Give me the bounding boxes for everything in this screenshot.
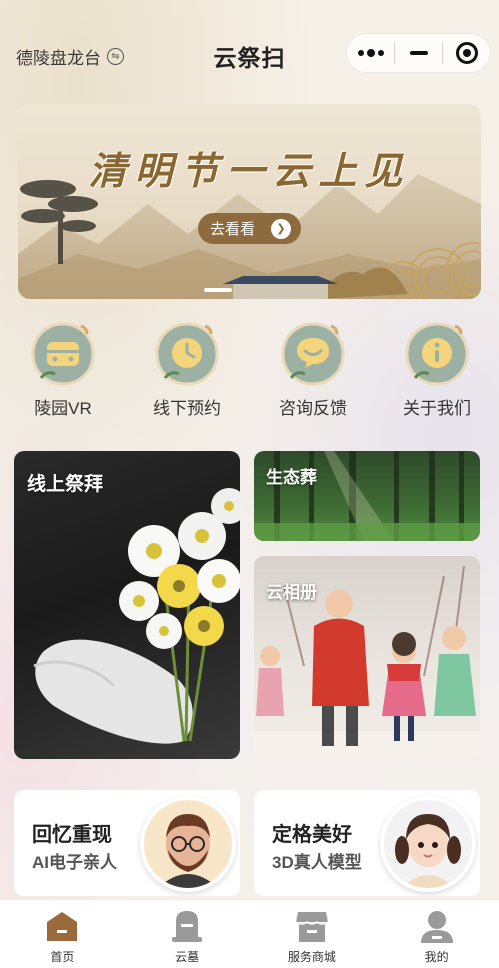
close-button[interactable] bbox=[443, 34, 490, 72]
banner-title: 清明节一云上见 bbox=[88, 148, 411, 193]
target-icon bbox=[455, 42, 478, 64]
quick-item-label: 咨询反馈 bbox=[279, 399, 347, 418]
quick-item-booking[interactable]: 线下预约 bbox=[132, 318, 242, 419]
card-eco-burial[interactable]: 生态葬 bbox=[254, 451, 480, 541]
banner-landscape-art bbox=[18, 174, 481, 299]
shop-icon bbox=[294, 908, 330, 944]
tab-label: 云墓 bbox=[175, 950, 200, 964]
minus-icon bbox=[409, 51, 428, 55]
banner-pagination bbox=[204, 288, 232, 292]
card-title: 云相册 bbox=[266, 583, 317, 602]
home-icon bbox=[44, 908, 80, 944]
banner-go-button[interactable]: 去看看 ❯ bbox=[198, 213, 301, 244]
chevron-right-icon: ❯ bbox=[271, 218, 292, 239]
miniprogram-capsule bbox=[346, 33, 491, 73]
tomb-icon bbox=[169, 908, 205, 944]
quick-item-label: 线下预约 bbox=[153, 399, 221, 418]
promo-title: 回忆重现 bbox=[32, 824, 112, 846]
vr-icon bbox=[27, 318, 99, 390]
tab-shop[interactable]: 服务商城 bbox=[250, 900, 375, 968]
promo-subtitle: AI电子亲人 bbox=[32, 853, 117, 872]
header: 德陵盘龙台 ⇋ 云祭扫 bbox=[0, 24, 499, 84]
promo-ai-relative[interactable]: 回忆重现 AI电子亲人 bbox=[14, 790, 240, 896]
banner-go-label: 去看看 bbox=[210, 221, 256, 238]
promo-subtitle: 3D真人模型 bbox=[272, 853, 362, 872]
tab-label: 我的 bbox=[424, 950, 449, 964]
tab-tomb[interactable]: 云墓 bbox=[125, 900, 250, 968]
location-name: 德陵盘龙台 bbox=[16, 49, 101, 68]
tab-home[interactable]: 首页 bbox=[0, 900, 125, 968]
quick-item-about[interactable]: 关于我们 bbox=[382, 318, 492, 419]
promo-title: 定格美好 bbox=[272, 824, 352, 846]
quick-item-label: 陵园VR bbox=[34, 399, 92, 418]
card-online-worship[interactable]: 线上祭拜 bbox=[14, 451, 240, 759]
bearded-man-avatar bbox=[140, 796, 236, 892]
location-selector[interactable]: 德陵盘龙台 ⇋ bbox=[16, 44, 124, 69]
quick-menu: 陵园VR 线下预约 咨询反馈 关于我们 bbox=[0, 318, 499, 428]
card-title: 生态葬 bbox=[266, 468, 317, 487]
card-cloud-album[interactable]: 云相册 bbox=[254, 556, 480, 759]
chat-icon bbox=[277, 318, 349, 390]
quick-item-feedback[interactable]: 咨询反馈 bbox=[258, 318, 368, 419]
girl-avatar bbox=[380, 796, 476, 892]
promo-3d-model[interactable]: 定格美好 3D真人模型 bbox=[254, 790, 480, 896]
tab-mine[interactable]: 我的 bbox=[374, 900, 499, 968]
banner[interactable]: 清明节一云上见 去看看 ❯ bbox=[18, 104, 481, 299]
more-dots-icon bbox=[357, 49, 384, 57]
quick-item-label: 关于我们 bbox=[403, 399, 471, 418]
quick-item-vr[interactable]: 陵园VR bbox=[8, 318, 118, 419]
minimize-button[interactable] bbox=[395, 34, 442, 72]
more-button[interactable] bbox=[347, 34, 394, 72]
flower-bouquet-image bbox=[33, 488, 240, 744]
user-icon bbox=[419, 908, 455, 944]
tab-label: 首页 bbox=[50, 950, 75, 964]
card-title: 线上祭拜 bbox=[27, 474, 104, 495]
switch-icon: ⇋ bbox=[107, 48, 124, 65]
clock-icon bbox=[151, 318, 223, 390]
tab-bar: 首页 云墓 服务商城 我的 bbox=[0, 899, 499, 968]
tab-label: 服务商城 bbox=[287, 950, 336, 964]
info-icon bbox=[401, 318, 473, 390]
